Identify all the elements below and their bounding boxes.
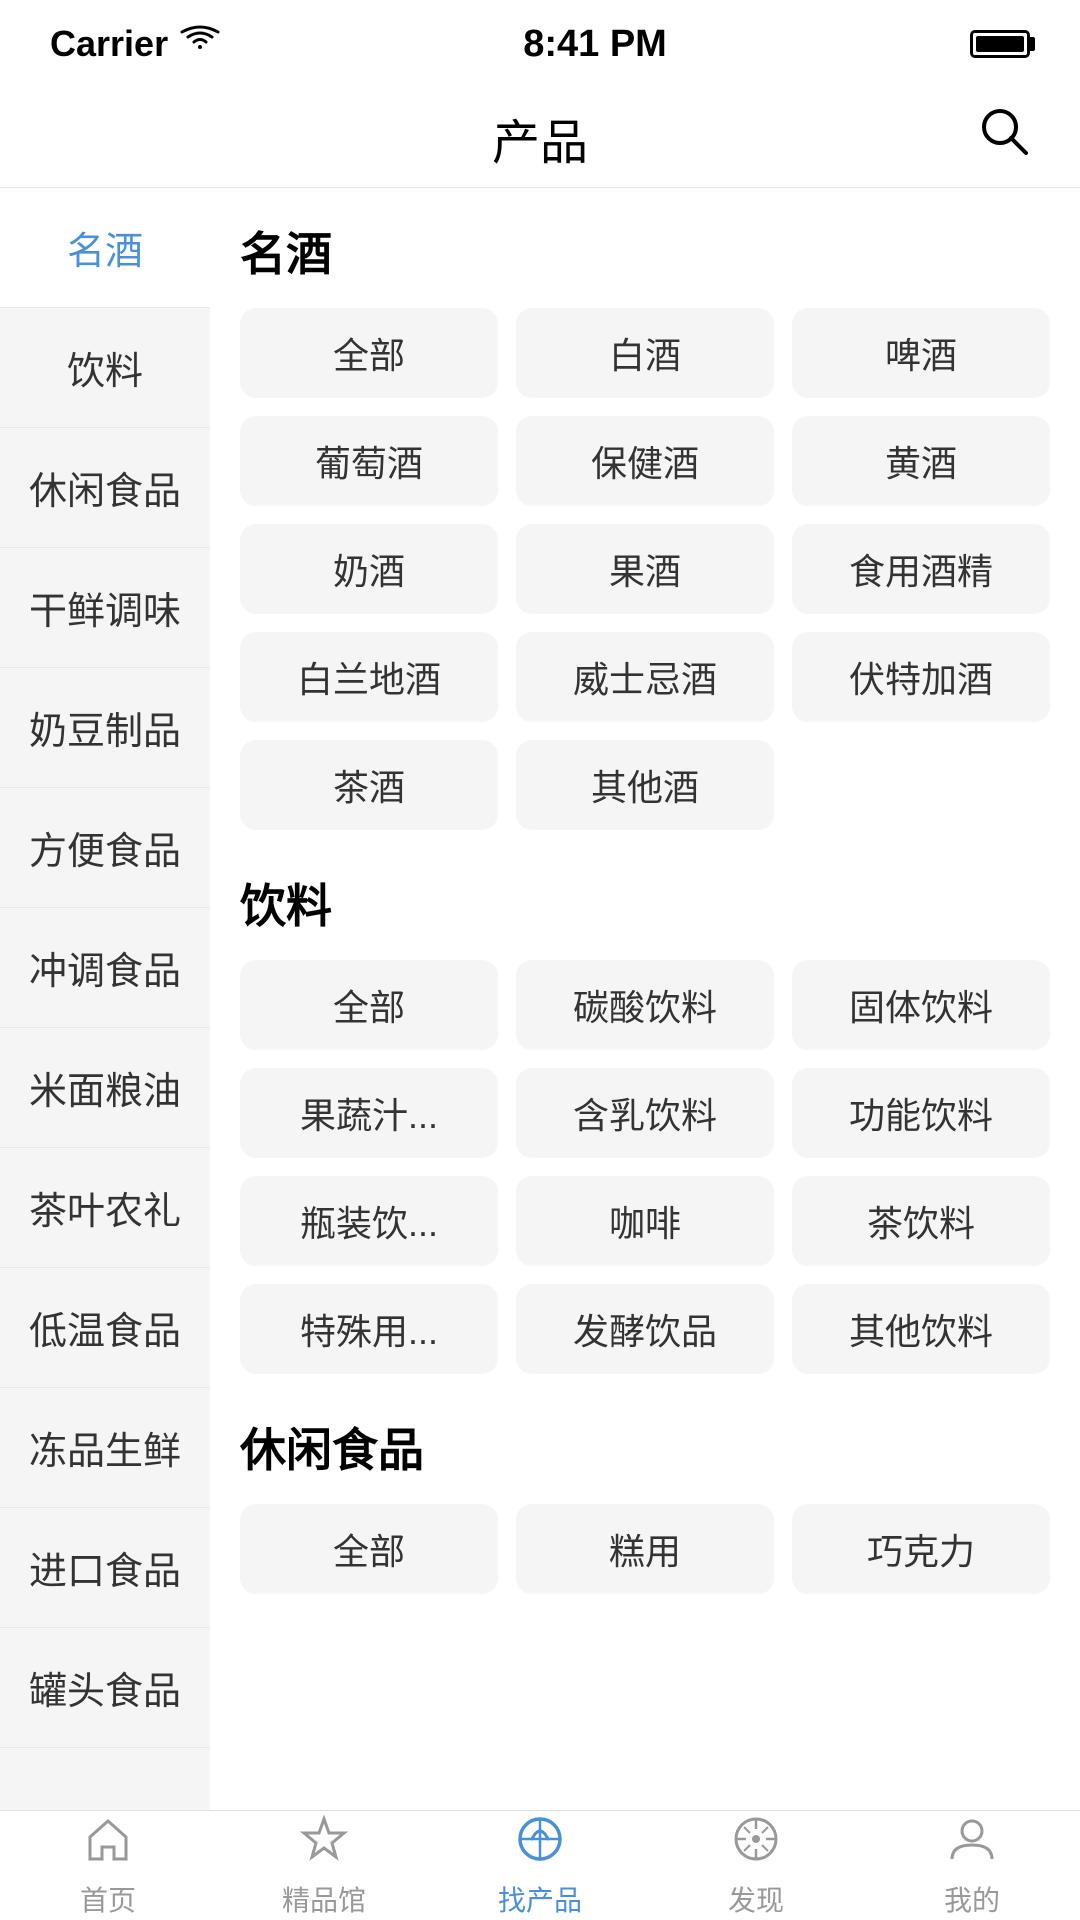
tag-naiJiu[interactable]: 奶酒 xyxy=(240,524,498,614)
tag-pijiu[interactable]: 啤酒 xyxy=(792,308,1050,398)
battery-icon xyxy=(970,30,1030,58)
tab-find-product-label: 找产品 xyxy=(498,1879,582,1919)
tag-huangJiu[interactable]: 黄酒 xyxy=(792,416,1050,506)
section-title-mingJiu: 名酒 xyxy=(240,218,1050,284)
tag-chaYinLiao[interactable]: 茶饮料 xyxy=(792,1176,1050,1266)
tag-kafei[interactable]: 咖啡 xyxy=(516,1176,774,1266)
sidebar: 名酒 饮料 休闲食品 干鲜调味 奶豆制品 方便食品 冲调食品 米面粮油 茶叶农礼… xyxy=(0,188,210,1810)
tag-teshuYong[interactable]: 特殊用... xyxy=(240,1284,498,1374)
tag-yl-quanbu[interactable]: 全部 xyxy=(240,960,498,1050)
sidebar-item-diWen[interactable]: 低温食品 xyxy=(0,1268,210,1388)
tag-futeJiaJiu[interactable]: 伏特加酒 xyxy=(792,632,1050,722)
section-title-xiuXian: 休闲食品 xyxy=(240,1414,1050,1480)
sidebar-item-mingJiu[interactable]: 名酒 xyxy=(0,188,210,308)
tag-qtaYinLiao[interactable]: 其他饮料 xyxy=(792,1284,1050,1374)
tag-baojianJiu[interactable]: 保健酒 xyxy=(516,416,774,506)
carrier-label: Carrier xyxy=(50,23,168,65)
tag-gutiYinLiao[interactable]: 固体饮料 xyxy=(792,960,1050,1050)
tag-chaJiu[interactable]: 茶酒 xyxy=(240,740,498,830)
sidebar-item-fangBian[interactable]: 方便食品 xyxy=(0,788,210,908)
status-left: Carrier xyxy=(50,23,220,65)
discover-icon xyxy=(730,1813,782,1873)
tag-xx-quanbu[interactable]: 全部 xyxy=(240,1504,498,1594)
tag-grid-yinLiao: 全部 碳酸饮料 固体饮料 果蔬汁... 含乳饮料 功能饮料 瓶装饮... 咖啡 … xyxy=(240,960,1050,1374)
tag-shiyongJiuJing[interactable]: 食用酒精 xyxy=(792,524,1050,614)
tab-discover-label: 发现 xyxy=(728,1879,784,1919)
tag-guoshuZhi[interactable]: 果蔬汁... xyxy=(240,1068,498,1158)
home-icon xyxy=(82,1813,134,1873)
sidebar-item-xiuXian[interactable]: 休闲食品 xyxy=(0,428,210,548)
tag-grid-xiuXian: 全部 糕用 巧克力 xyxy=(240,1504,1050,1594)
boutique-icon xyxy=(298,1813,350,1873)
section-yinLiao: 饮料 全部 碳酸饮料 固体饮料 果蔬汁... 含乳饮料 功能饮料 瓶装饮... … xyxy=(240,870,1050,1374)
tag-qtaJiu[interactable]: 其他酒 xyxy=(516,740,774,830)
tag-putaojiu[interactable]: 葡萄酒 xyxy=(240,416,498,506)
tab-boutique-label: 精品馆 xyxy=(282,1879,366,1919)
tab-bar: 首页 精品馆 找产品 xyxy=(0,1810,1080,1920)
page-title: 产品 xyxy=(492,103,588,173)
tab-mine-label: 我的 xyxy=(944,1879,1000,1919)
tag-gongnengYinLiao[interactable]: 功能饮料 xyxy=(792,1068,1050,1158)
sidebar-item-chaYe[interactable]: 茶叶农礼 xyxy=(0,1148,210,1268)
tag-quanbu[interactable]: 全部 xyxy=(240,308,498,398)
find-product-icon xyxy=(514,1813,566,1873)
tag-gaoYong[interactable]: 糕用 xyxy=(516,1504,774,1594)
main-layout: 名酒 饮料 休闲食品 干鲜调味 奶豆制品 方便食品 冲调食品 米面粮油 茶叶农礼… xyxy=(0,188,1080,1810)
tag-pingzhuangYin[interactable]: 瓶装饮... xyxy=(240,1176,498,1266)
search-button[interactable] xyxy=(978,105,1030,170)
tag-bailandiJiu[interactable]: 白兰地酒 xyxy=(240,632,498,722)
status-time: 8:41 PM xyxy=(523,23,667,66)
section-mingJiu: 名酒 全部 白酒 啤酒 葡萄酒 保健酒 黄酒 奶酒 果酒 食用酒精 白兰地酒 威… xyxy=(240,218,1050,830)
tag-weishijiJiu[interactable]: 威士忌酒 xyxy=(516,632,774,722)
tab-home[interactable]: 首页 xyxy=(18,1813,198,1919)
tag-grid-mingJiu: 全部 白酒 啤酒 葡萄酒 保健酒 黄酒 奶酒 果酒 食用酒精 白兰地酒 威士忌酒… xyxy=(240,308,1050,830)
sidebar-item-yinLiao[interactable]: 饮料 xyxy=(0,308,210,428)
tab-discover[interactable]: 发现 xyxy=(666,1813,846,1919)
tag-baijiu[interactable]: 白酒 xyxy=(516,308,774,398)
status-right xyxy=(970,30,1030,58)
tag-guoJiu[interactable]: 果酒 xyxy=(516,524,774,614)
sidebar-item-chongDiao[interactable]: 冲调食品 xyxy=(0,908,210,1028)
status-bar: Carrier 8:41 PM xyxy=(0,0,1080,88)
tag-qiaoKeLi[interactable]: 巧克力 xyxy=(792,1504,1050,1594)
sidebar-item-dongPin[interactable]: 冻品生鲜 xyxy=(0,1388,210,1508)
tag-hanruYinLiao[interactable]: 含乳饮料 xyxy=(516,1068,774,1158)
section-xiuXian: 休闲食品 全部 糕用 巧克力 xyxy=(240,1414,1050,1594)
tab-boutique[interactable]: 精品馆 xyxy=(234,1813,414,1919)
page-header: 产品 xyxy=(0,88,1080,188)
section-title-yinLiao: 饮料 xyxy=(240,870,1050,936)
sidebar-item-ganXian[interactable]: 干鲜调味 xyxy=(0,548,210,668)
tab-mine[interactable]: 我的 xyxy=(882,1813,1062,1919)
tag-fajiaoYinPin[interactable]: 发酵饮品 xyxy=(516,1284,774,1374)
tab-find-product[interactable]: 找产品 xyxy=(450,1813,630,1919)
tab-home-label: 首页 xyxy=(80,1879,136,1919)
wifi-icon xyxy=(180,25,220,63)
sidebar-item-miMian[interactable]: 米面粮油 xyxy=(0,1028,210,1148)
sidebar-item-naiDou[interactable]: 奶豆制品 xyxy=(0,668,210,788)
tag-tansuanYinLiao[interactable]: 碳酸饮料 xyxy=(516,960,774,1050)
sidebar-item-jinKou[interactable]: 进口食品 xyxy=(0,1508,210,1628)
mine-icon xyxy=(946,1813,998,1873)
sidebar-item-guanTou[interactable]: 罐头食品 xyxy=(0,1628,210,1748)
content-area: 名酒 全部 白酒 啤酒 葡萄酒 保健酒 黄酒 奶酒 果酒 食用酒精 白兰地酒 威… xyxy=(210,188,1080,1810)
